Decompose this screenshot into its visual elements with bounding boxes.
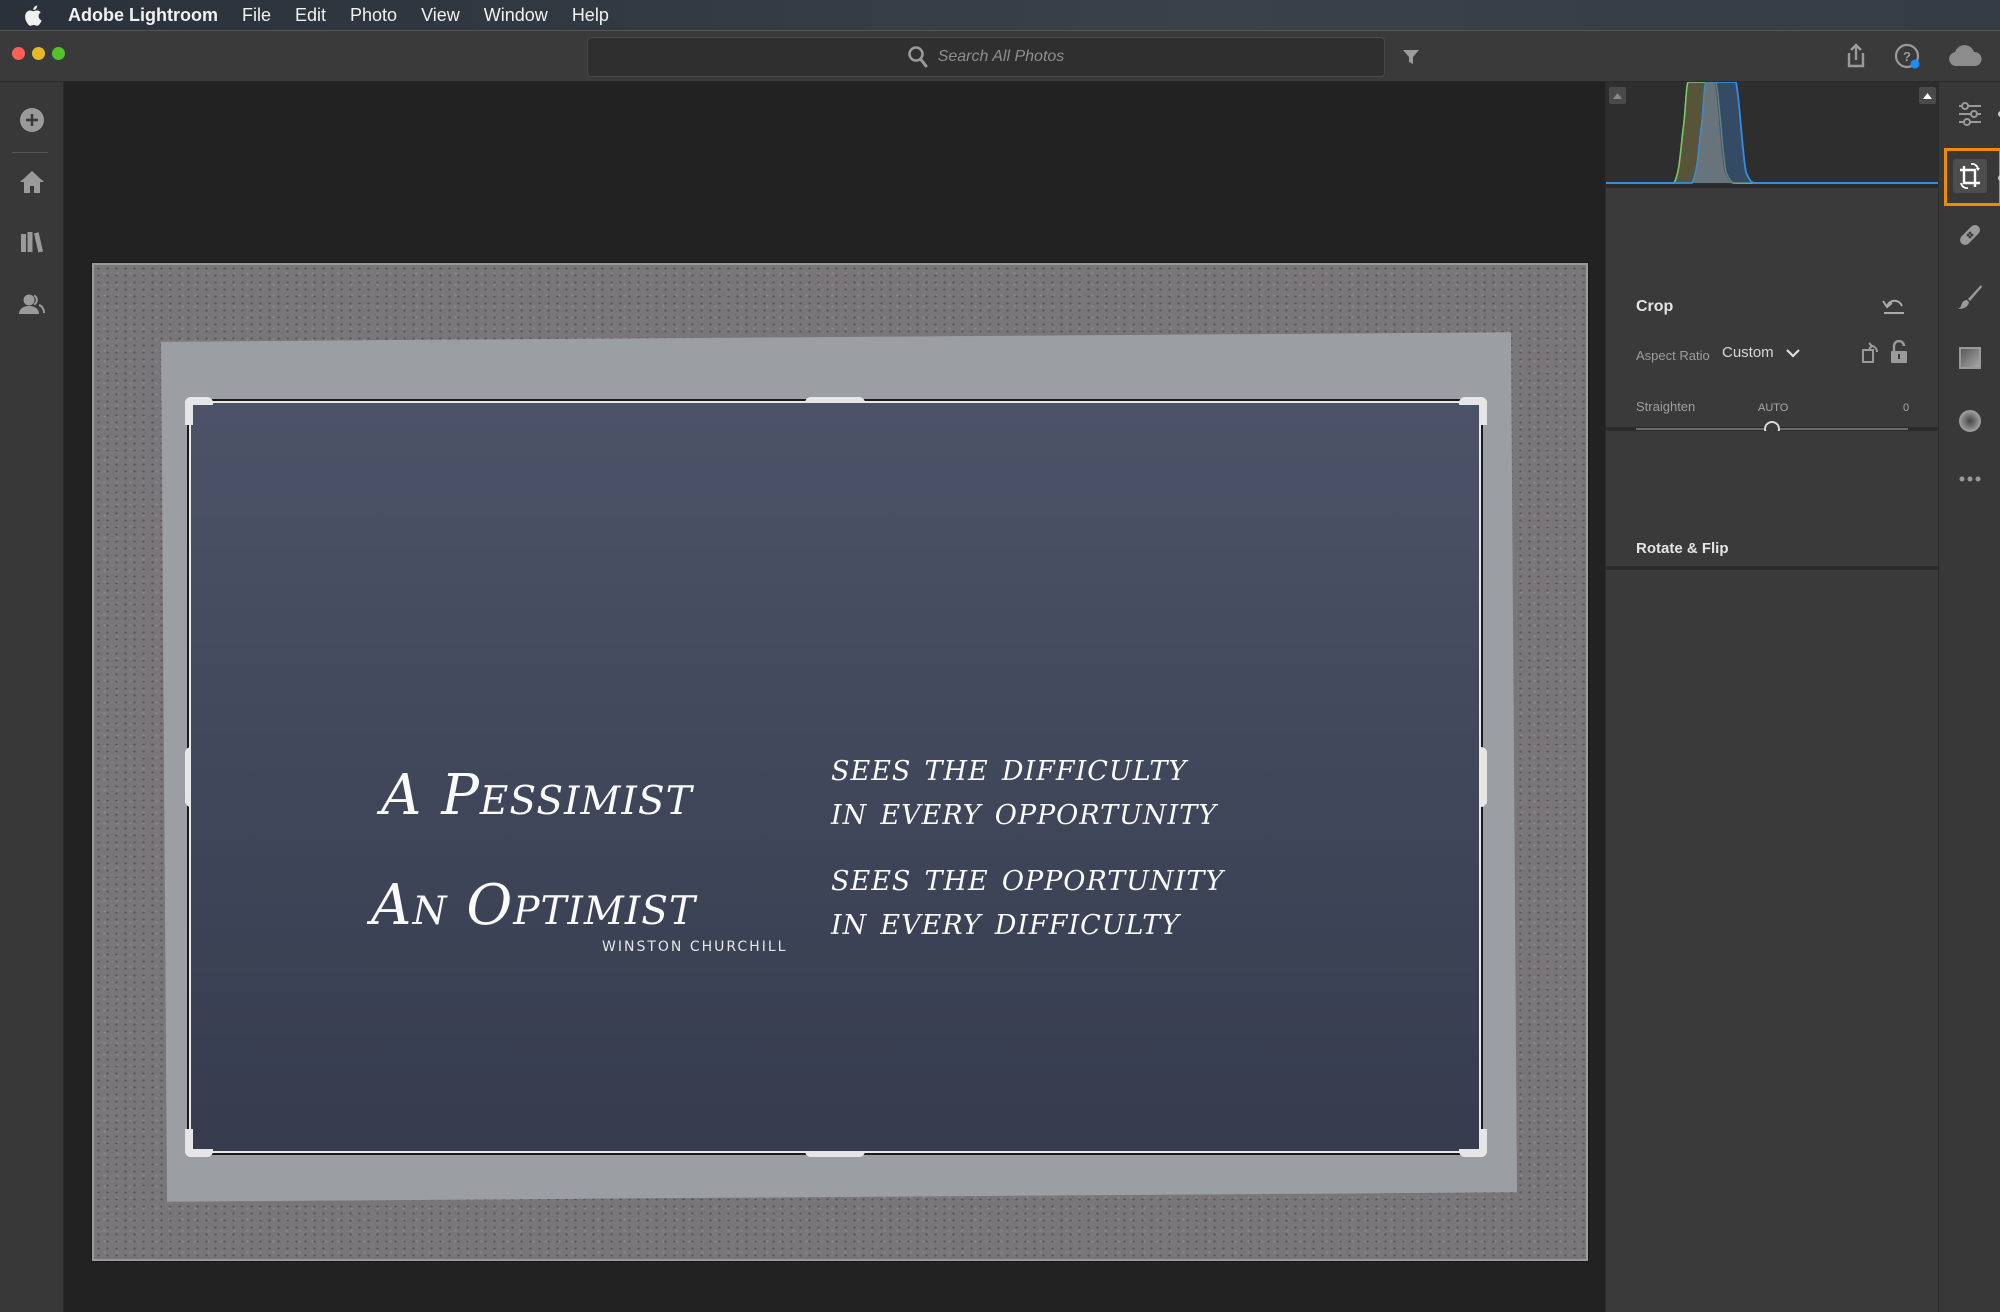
more-icon [1959, 476, 1981, 482]
tool-linear-gradient[interactable] [1953, 341, 1987, 375]
crop-handle-bottom-left-vertical[interactable] [185, 1129, 193, 1157]
menu-bar: Adobe Lightroom File Edit Photo View Win… [0, 0, 2000, 30]
library-icon [20, 231, 44, 253]
tool-brush[interactable] [1953, 280, 1987, 314]
quote-pessimist: A Pessimist [381, 763, 693, 828]
search-input[interactable]: Search All Photos [587, 37, 1385, 77]
sidebar-item-add-photos[interactable] [16, 104, 48, 136]
histogram-graph [1606, 82, 1939, 184]
quote-attribution: WINSTON CHURCHILL [602, 939, 788, 955]
quote-optimist: An Optimist [371, 873, 697, 938]
radial-gradient-icon [1959, 410, 1981, 432]
sidebar-divider [12, 152, 48, 153]
straighten-value[interactable]: 0 [1903, 402, 1909, 414]
crop-handle-top-right-vertical[interactable] [1479, 397, 1487, 425]
linear-gradient-icon [1959, 347, 1981, 369]
rotate-flip-section: Rotate & Flip [1606, 431, 1939, 608]
photo-canvas[interactable]: A Pessimist sees the difficulty in every… [65, 82, 1605, 1312]
quote-pessimist-line-a: sees the difficulty [831, 745, 1188, 789]
filter-icon[interactable] [1402, 48, 1420, 66]
sidebar-item-people[interactable] [16, 288, 48, 320]
menu-window[interactable]: Window [484, 5, 548, 26]
menu-file[interactable]: File [242, 5, 271, 26]
shadow-clipping-button[interactable] [1609, 87, 1626, 104]
tool-radial-gradient[interactable] [1953, 404, 1987, 438]
crop-handle-top-left-vertical[interactable] [185, 397, 193, 425]
crop-handle-bottom-right-vertical[interactable] [1479, 1129, 1487, 1157]
crop-handle-bottom[interactable] [805, 1151, 865, 1157]
crop-box[interactable]: A Pessimist sees the difficulty in every… [187, 399, 1483, 1155]
help-icon[interactable]: ? [1894, 43, 1922, 71]
tool-strip [1938, 82, 2000, 1312]
menu-app-name[interactable]: Adobe Lightroom [68, 5, 218, 26]
window-controls [12, 47, 65, 60]
straighten-label: Straighten [1636, 399, 1696, 414]
lock-aspect-icon[interactable] [1889, 340, 1909, 364]
quote-pessimist-line-b: in every opportunity [831, 789, 1218, 833]
tool-edit[interactable] [1953, 97, 1987, 131]
menu-help[interactable]: Help [572, 5, 609, 26]
left-sidebar [0, 82, 64, 1312]
bandage-icon [1960, 225, 1980, 245]
crop-handle-right[interactable] [1481, 747, 1487, 807]
aspect-ratio-label: Aspect Ratio [1636, 348, 1710, 363]
highlight-clipping-button[interactable] [1919, 87, 1936, 104]
triangle-up-icon [1613, 92, 1622, 99]
search-placeholder: Search All Photos [937, 48, 1065, 65]
crop-handle-top[interactable] [805, 397, 865, 403]
menu-edit[interactable]: Edit [295, 5, 326, 26]
people-icon [19, 293, 45, 315]
panel-empty-area [1606, 570, 1939, 1312]
histogram-blue [1606, 82, 1939, 184]
cloud-icon[interactable] [1948, 45, 1982, 67]
aspect-ratio-select[interactable]: Custom [1722, 344, 1800, 361]
home-icon [19, 170, 45, 194]
histogram-green [1606, 82, 1939, 184]
chevron-down-icon [1785, 348, 1800, 358]
rotate-flip-title: Rotate & Flip [1636, 540, 1729, 557]
aspect-ratio-value: Custom [1722, 344, 1774, 361]
histogram-red [1606, 82, 1939, 184]
tool-crop[interactable] [1953, 159, 1987, 193]
crop-rotate-icon [1960, 163, 1980, 189]
title-bar: Search All Photos ? [0, 30, 2000, 82]
tool-more[interactable] [1953, 462, 1987, 496]
minimize-window-button[interactable] [32, 47, 45, 60]
crop-section: Crop Aspect Ratio Custom Straighten AUTO… [1606, 188, 1939, 469]
sliders-icon [1959, 102, 1981, 126]
straighten-auto-button[interactable]: AUTO [1758, 402, 1788, 414]
quote-optimist-line-b: in every difficulty [831, 899, 1181, 943]
close-window-button[interactable] [12, 47, 25, 60]
photo-image[interactable]: A Pessimist sees the difficulty in every… [91, 262, 1589, 1262]
reset-crop-icon[interactable] [1882, 296, 1906, 316]
triangle-up-icon [1923, 92, 1932, 99]
crop-section-title: Crop [1636, 298, 1674, 315]
edit-panel: Crop Aspect Ratio Custom Straighten AUTO… [1605, 82, 1939, 1312]
tool-healing[interactable] [1953, 218, 1987, 252]
zoom-window-button[interactable] [52, 47, 65, 60]
menu-view[interactable]: View [421, 5, 460, 26]
brush-icon [1958, 285, 1982, 309]
apple-icon[interactable] [24, 5, 46, 26]
histogram [1606, 82, 1939, 188]
plus-circle-icon [19, 107, 45, 133]
quote-optimist-line-a: sees the opportunity [831, 855, 1225, 899]
search-icon [907, 46, 928, 68]
share-icon[interactable] [1845, 43, 1867, 69]
rotate-aspect-icon[interactable] [1861, 340, 1881, 364]
sidebar-item-home[interactable] [16, 166, 48, 198]
svg-text:?: ? [1903, 49, 1911, 64]
sidebar-item-library[interactable] [16, 226, 48, 258]
help-notification-badge [1910, 59, 1920, 69]
crop-handle-left[interactable] [185, 747, 191, 807]
menu-photo[interactable]: Photo [350, 5, 397, 26]
